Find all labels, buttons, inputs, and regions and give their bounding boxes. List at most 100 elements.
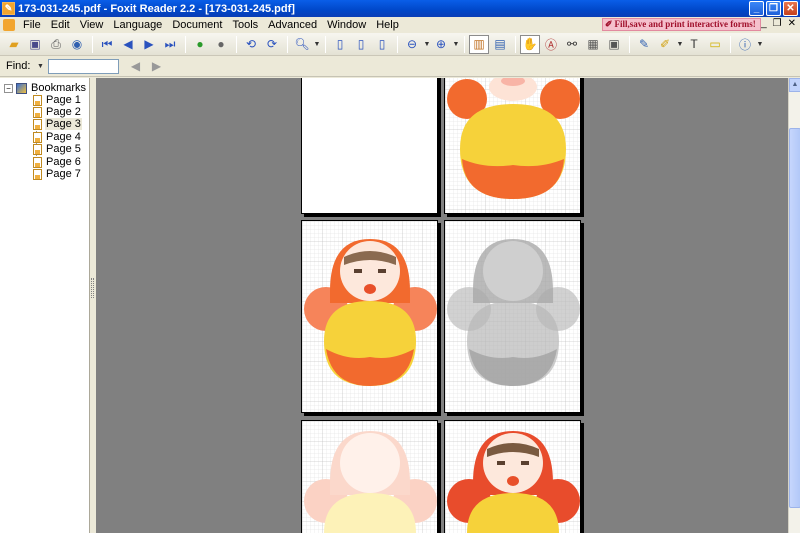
bookmark-page-5[interactable]: Page 5 bbox=[33, 143, 82, 155]
bookmark-icon bbox=[33, 118, 42, 130]
menu-file[interactable]: File bbox=[18, 19, 46, 31]
save-icon[interactable]: ▣ bbox=[25, 35, 45, 54]
pdf-page-doll-red[interactable] bbox=[444, 420, 581, 533]
last-page-icon[interactable]: ⏭ bbox=[160, 35, 180, 54]
pdf-page-doll-top[interactable] bbox=[444, 78, 581, 214]
doll-pattern-image bbox=[445, 78, 580, 213]
doll-pattern-image bbox=[445, 421, 580, 533]
scrollbar-thumb[interactable] bbox=[789, 128, 800, 508]
menu-window[interactable]: Window bbox=[322, 19, 371, 31]
document-menu-icon[interactable] bbox=[3, 19, 15, 31]
window-title: 173-031-245.pdf - Foxit Reader 2.2 - [17… bbox=[18, 2, 295, 15]
continuous-icon[interactable]: ▤ bbox=[490, 35, 510, 54]
promo-text: Fill,save and print interactive forms! bbox=[614, 19, 756, 29]
typewriter-icon[interactable]: ✎ bbox=[634, 35, 654, 54]
menu-view[interactable]: View bbox=[75, 19, 109, 31]
find-input[interactable] bbox=[48, 58, 120, 74]
find-bar: Find: ▼ ◀ ▶ bbox=[0, 56, 800, 77]
menu-bar: File Edit View Language Document Tools A… bbox=[0, 17, 800, 33]
menu-advanced[interactable]: Advanced bbox=[263, 19, 322, 31]
doll-pattern-image bbox=[302, 421, 437, 533]
pdf-page-doll-color[interactable] bbox=[301, 220, 438, 413]
doll-pattern-image bbox=[302, 221, 437, 412]
pdf-page-doll-faded[interactable] bbox=[301, 420, 438, 533]
collapse-icon[interactable]: − bbox=[4, 83, 13, 93]
document-viewer[interactable] bbox=[96, 78, 788, 533]
rotate-left-icon[interactable]: ⟲ bbox=[241, 35, 261, 54]
menu-document[interactable]: Document bbox=[167, 19, 227, 31]
bookmark-label: Page 7 bbox=[46, 168, 81, 180]
note-icon[interactable]: ▭ bbox=[705, 35, 725, 54]
bookmark-page-3[interactable]: Page 3 bbox=[33, 118, 82, 130]
doc-close-icon[interactable]: ✕ bbox=[788, 18, 796, 29]
first-page-icon[interactable]: ⏮ bbox=[97, 35, 117, 54]
single-page-icon[interactable]: ▥ bbox=[469, 34, 489, 54]
snapshot-icon[interactable]: ▦ bbox=[583, 35, 603, 54]
print-icon[interactable]: ⎙ bbox=[46, 35, 66, 54]
next-page-icon[interactable]: ▶ bbox=[139, 35, 159, 54]
doc-minimize-icon[interactable]: _ bbox=[761, 18, 767, 29]
menu-edit[interactable]: Edit bbox=[46, 19, 75, 31]
zoom-in-icon[interactable]: ⊕ bbox=[431, 35, 451, 54]
promo-banner[interactable]: ✐ Fill,save and print interactive forms! bbox=[602, 18, 761, 31]
doc-restore-icon[interactable]: ❐ bbox=[773, 18, 782, 29]
find-next-icon[interactable]: ▶ bbox=[146, 57, 166, 76]
bookmark-icon bbox=[33, 94, 42, 106]
zoom-dropdown-icon[interactable]: ▼ bbox=[313, 41, 321, 48]
scroll-up-icon[interactable]: ▲ bbox=[789, 78, 800, 92]
highlight-dropdown-icon[interactable]: ▼ bbox=[676, 41, 684, 48]
info-icon[interactable]: ⓘ bbox=[735, 35, 755, 54]
image-icon[interactable]: ▣ bbox=[604, 35, 624, 54]
find-previous-icon[interactable]: ◀ bbox=[125, 57, 145, 76]
bookmark-icon bbox=[33, 106, 42, 118]
rotate-right-icon[interactable]: ⟳ bbox=[262, 35, 282, 54]
bookmark-icon bbox=[33, 156, 42, 168]
bookmarks-root[interactable]: − Bookmarks bbox=[4, 82, 87, 94]
go-back-icon[interactable]: ● bbox=[190, 35, 210, 54]
vertical-scrollbar[interactable]: ▲ bbox=[788, 78, 800, 533]
doll-pattern-image bbox=[445, 221, 580, 412]
prev-page-icon[interactable]: ◀ bbox=[118, 35, 138, 54]
bookmark-page-2[interactable]: Page 2 bbox=[33, 106, 82, 118]
menu-tools[interactable]: Tools bbox=[227, 19, 263, 31]
menu-language[interactable]: Language bbox=[108, 19, 167, 31]
fit-width-icon[interactable]: ▯ bbox=[372, 35, 392, 54]
bookmark-page-4[interactable]: Page 4 bbox=[33, 131, 82, 143]
hand-tool-icon[interactable]: ✋ bbox=[520, 34, 540, 54]
bookmark-icon bbox=[33, 143, 42, 155]
foxit-app-icon[interactable]: ✎ bbox=[2, 2, 15, 15]
email-icon[interactable]: ◉ bbox=[67, 35, 87, 54]
bookmark-label: Page 4 bbox=[46, 131, 81, 143]
zoom-in-dropdown-icon[interactable]: ▼ bbox=[452, 41, 460, 48]
bookmark-page-1[interactable]: Page 1 bbox=[33, 94, 82, 106]
bookmarks-root-label: Bookmarks bbox=[31, 82, 87, 94]
bookmarks-panel: − Bookmarks Page 1 Page 2 Page 3 Page 4 … bbox=[0, 78, 90, 533]
close-button[interactable]: ✕ bbox=[783, 1, 798, 16]
bookmark-folder-icon bbox=[16, 82, 27, 94]
open-icon[interactable]: ▰ bbox=[4, 35, 24, 54]
pdf-page-doll-grayscale[interactable] bbox=[444, 220, 581, 413]
info-dropdown-icon[interactable]: ▼ bbox=[756, 41, 764, 48]
minimize-button[interactable]: _ bbox=[749, 1, 764, 16]
zoom-out-icon[interactable]: ⊖ bbox=[402, 35, 422, 54]
zoom-icon[interactable]: 🔍︎ bbox=[292, 35, 312, 54]
maximize-button[interactable]: ❐ bbox=[766, 1, 781, 16]
find-icon[interactable]: ⚯ bbox=[562, 35, 582, 54]
zoom-out-dropdown-icon[interactable]: ▼ bbox=[423, 41, 431, 48]
menu-help[interactable]: Help bbox=[371, 19, 404, 31]
find-label: Find: bbox=[6, 60, 31, 72]
bookmark-label: Page 3 bbox=[45, 118, 82, 130]
bookmark-label: Page 1 bbox=[46, 94, 81, 106]
highlight-icon[interactable]: ✐ bbox=[655, 35, 675, 54]
fit-page-icon[interactable]: ▯ bbox=[351, 35, 371, 54]
bookmark-page-7[interactable]: Page 7 bbox=[33, 168, 82, 180]
pdf-page-blank[interactable] bbox=[301, 78, 438, 214]
go-forward-icon[interactable]: ● bbox=[211, 35, 231, 54]
bookmark-page-6[interactable]: Page 6 bbox=[33, 156, 82, 168]
text-icon[interactable]: T bbox=[684, 35, 704, 54]
actual-size-icon[interactable]: ▯ bbox=[330, 35, 350, 54]
bookmark-label: Page 2 bbox=[46, 106, 81, 118]
main-toolbar: ▰ ▣ ⎙ ◉ ⏮ ◀ ▶ ⏭ ● ● ⟲ ⟳ 🔍︎ ▼ ▯ ▯ ▯ ⊖ ▼ ⊕… bbox=[0, 33, 800, 56]
find-options-dropdown-icon[interactable]: ▼ bbox=[36, 63, 44, 70]
text-select-icon[interactable]: Ⓐ bbox=[541, 35, 561, 54]
